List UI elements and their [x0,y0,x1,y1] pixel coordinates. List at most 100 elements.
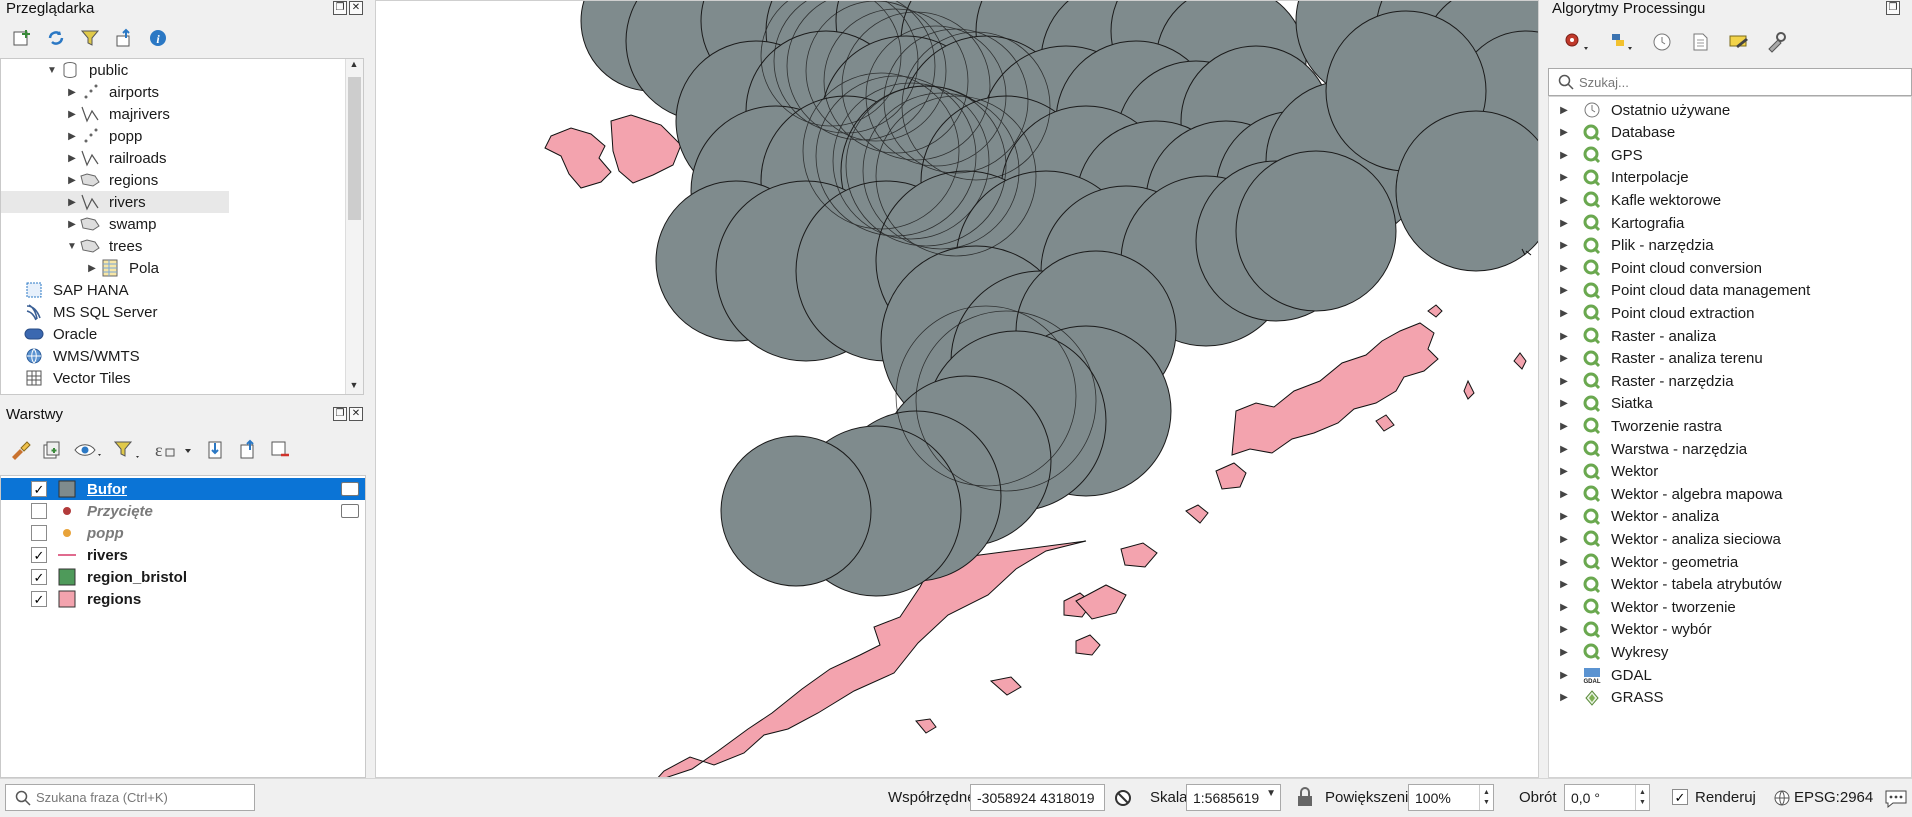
tree-item-railroads[interactable]: ▶ railroads [65,147,167,169]
collapsed-arrow-icon[interactable]: ▶ [1557,421,1571,432]
close-panel-icon[interactable]: ✕ [349,1,363,15]
float-panel-icon[interactable]: ❐ [333,1,347,15]
mouse-coordinates-toggle-icon[interactable] [1112,787,1134,813]
temporary-layer-icon[interactable] [341,482,359,496]
collapsed-arrow-icon[interactable]: ▶ [1557,218,1571,229]
magnifier-spinbox[interactable]: 100% ▲ ▼ [1408,784,1494,811]
processing-provider-item[interactable]: ▶ GDAL GDAL [1549,664,1652,686]
crs-globe-icon[interactable] [1772,788,1792,812]
expanded-arrow-icon[interactable]: ▼ [45,65,59,76]
collapsed-arrow-icon[interactable]: ▶ [1557,670,1571,681]
tree-item-pola[interactable]: ▶ Pola [85,257,159,279]
collapsed-arrow-icon[interactable]: ▶ [1557,353,1571,364]
add-group-icon[interactable] [40,438,64,462]
results-viewer-icon[interactable] [1688,30,1712,54]
layer-visibility-checkbox[interactable]: ✓ [31,569,47,585]
coordinates-field[interactable]: -3058924 4318019 [970,784,1105,811]
collapsed-arrow-icon[interactable]: ▶ [65,131,79,142]
visibility-eye-icon[interactable] [72,438,104,462]
options-wrench-icon[interactable] [1764,30,1788,54]
crs-label[interactable]: EPSG:2964 [1794,789,1873,806]
collapsed-arrow-icon[interactable]: ▶ [1557,376,1571,387]
collapsed-arrow-icon[interactable]: ▶ [1557,263,1571,274]
collapsed-arrow-icon[interactable]: ▶ [1557,511,1571,522]
expand-all-icon[interactable] [204,438,228,462]
history-clock-icon[interactable] [1650,30,1674,54]
add-layer-icon[interactable] [10,26,34,50]
lock-scale-icon[interactable] [1296,786,1314,812]
processing-provider-item[interactable]: ▶ Database [1549,122,1675,144]
rotation-spinbox[interactable]: 0,0 ° ▲ ▼ [1564,784,1650,811]
expression-filter-icon[interactable]: ε [152,438,196,462]
tree-item-sap-hana[interactable]: SAP HANA [23,279,129,301]
layer-visibility-checkbox[interactable]: ✓ [31,481,47,497]
layer-visibility-checkbox[interactable]: ✓ [31,591,47,607]
scrollbar-thumb[interactable] [348,77,361,220]
processing-provider-item[interactable]: ▶ Raster - analiza [1549,325,1716,347]
collapse-all-icon[interactable] [112,26,136,50]
collapsed-arrow-icon[interactable]: ▶ [1557,624,1571,635]
tree-item-regions[interactable]: ▶ regions [65,169,158,191]
processing-provider-item[interactable]: ▶ Tworzenie rastra [1549,415,1722,437]
layer-row-region-bristol[interactable]: ✓ region_bristol [1,566,365,588]
refresh-icon[interactable] [44,26,68,50]
processing-provider-item[interactable]: ▶ Wektor - tworzenie [1549,596,1736,618]
tree-item-wms-wmts[interactable]: WMS/WMTS [23,345,140,367]
processing-provider-item[interactable]: ▶ Interpolacje [1549,167,1689,189]
tree-item-majrivers[interactable]: ▶ majrivers [65,103,170,125]
collapsed-arrow-icon[interactable]: ▶ [1557,150,1571,161]
collapsed-arrow-icon[interactable]: ▶ [1557,240,1571,251]
layer-row-popp[interactable]: popp [1,522,365,544]
tree-item-swamp[interactable]: ▶ swamp [65,213,156,235]
remove-layer-icon[interactable] [268,438,292,462]
processing-provider-item[interactable]: ▶ Wektor [1549,461,1658,483]
processing-provider-item[interactable]: ▶ Point cloud conversion [1549,257,1762,279]
layer-visibility-checkbox[interactable] [31,503,47,519]
collapsed-arrow-icon[interactable]: ▶ [1557,331,1571,342]
collapsed-arrow-icon[interactable]: ▶ [65,87,79,98]
processing-provider-item[interactable]: ▶ Warstwa - narzędzia [1549,438,1747,460]
collapsed-arrow-icon[interactable]: ▶ [1557,444,1571,455]
collapsed-arrow-icon[interactable]: ▶ [65,197,79,208]
map-canvas[interactable] [375,0,1539,778]
close-panel-icon[interactable]: ✕ [349,407,363,421]
collapsed-arrow-icon[interactable]: ▶ [1557,195,1571,206]
python-scripts-icon[interactable] [1606,30,1636,54]
processing-provider-item[interactable]: ▶ Point cloud data management [1549,280,1810,302]
collapsed-arrow-icon[interactable]: ▶ [1557,692,1571,703]
collapsed-arrow-icon[interactable]: ▶ [1557,466,1571,477]
collapsed-arrow-icon[interactable]: ▶ [1557,285,1571,296]
processing-provider-item[interactable]: ▶ Wektor - analiza [1549,506,1719,528]
collapsed-arrow-icon[interactable]: ▶ [1557,534,1571,545]
chevron-down-icon[interactable]: ▼ [1266,788,1276,799]
models-gear-icon[interactable] [1562,30,1592,54]
tree-item-public[interactable]: ▼ public [45,59,128,81]
spin-arrows-icon[interactable]: ▲ ▼ [1479,785,1493,810]
collapsed-arrow-icon[interactable]: ▶ [1557,489,1571,500]
layer-visibility-checkbox[interactable]: ✓ [31,547,47,563]
processing-provider-item[interactable]: ▶ Wektor - analiza sieciowa [1549,528,1781,550]
collapsed-arrow-icon[interactable]: ▶ [65,219,79,230]
tree-item-trees[interactable]: ▼ trees [65,235,142,257]
collapsed-arrow-icon[interactable]: ▶ [1557,579,1571,590]
processing-provider-item[interactable]: ▶ GRASS [1549,687,1663,709]
browser-tree[interactable]: ▼ public ▶ airports ▶ majrivers ▶ popp ▶… [0,58,364,395]
scale-combobox[interactable]: 1:5685619 ▼ [1186,784,1281,811]
collapsed-arrow-icon[interactable]: ▶ [65,153,79,164]
info-icon[interactable]: i [146,26,170,50]
style-brush-icon[interactable] [8,438,32,462]
collapsed-arrow-icon[interactable]: ▶ [1557,398,1571,409]
filter-icon[interactable] [78,26,102,50]
temporary-layer-icon[interactable] [341,504,359,518]
processing-provider-item[interactable]: ▶ Kafle wektorowe [1549,189,1721,211]
processing-provider-item[interactable]: ▶ Wektor - tabela atrybutów [1549,574,1782,596]
processing-provider-item[interactable]: ▶ Wykresy [1549,641,1668,663]
collapsed-arrow-icon[interactable]: ▶ [1557,105,1571,116]
spin-arrows-icon[interactable]: ▲ ▼ [1635,785,1649,810]
float-panel-icon[interactable]: ❐ [333,407,347,421]
render-checkbox[interactable]: ✓ [1672,789,1688,805]
collapsed-arrow-icon[interactable]: ▶ [85,263,99,274]
browser-scrollbar[interactable]: ▲ ▼ [345,59,363,394]
messages-speech-bubble-icon[interactable] [1884,787,1908,813]
tree-item-popp[interactable]: ▶ popp [65,125,142,147]
